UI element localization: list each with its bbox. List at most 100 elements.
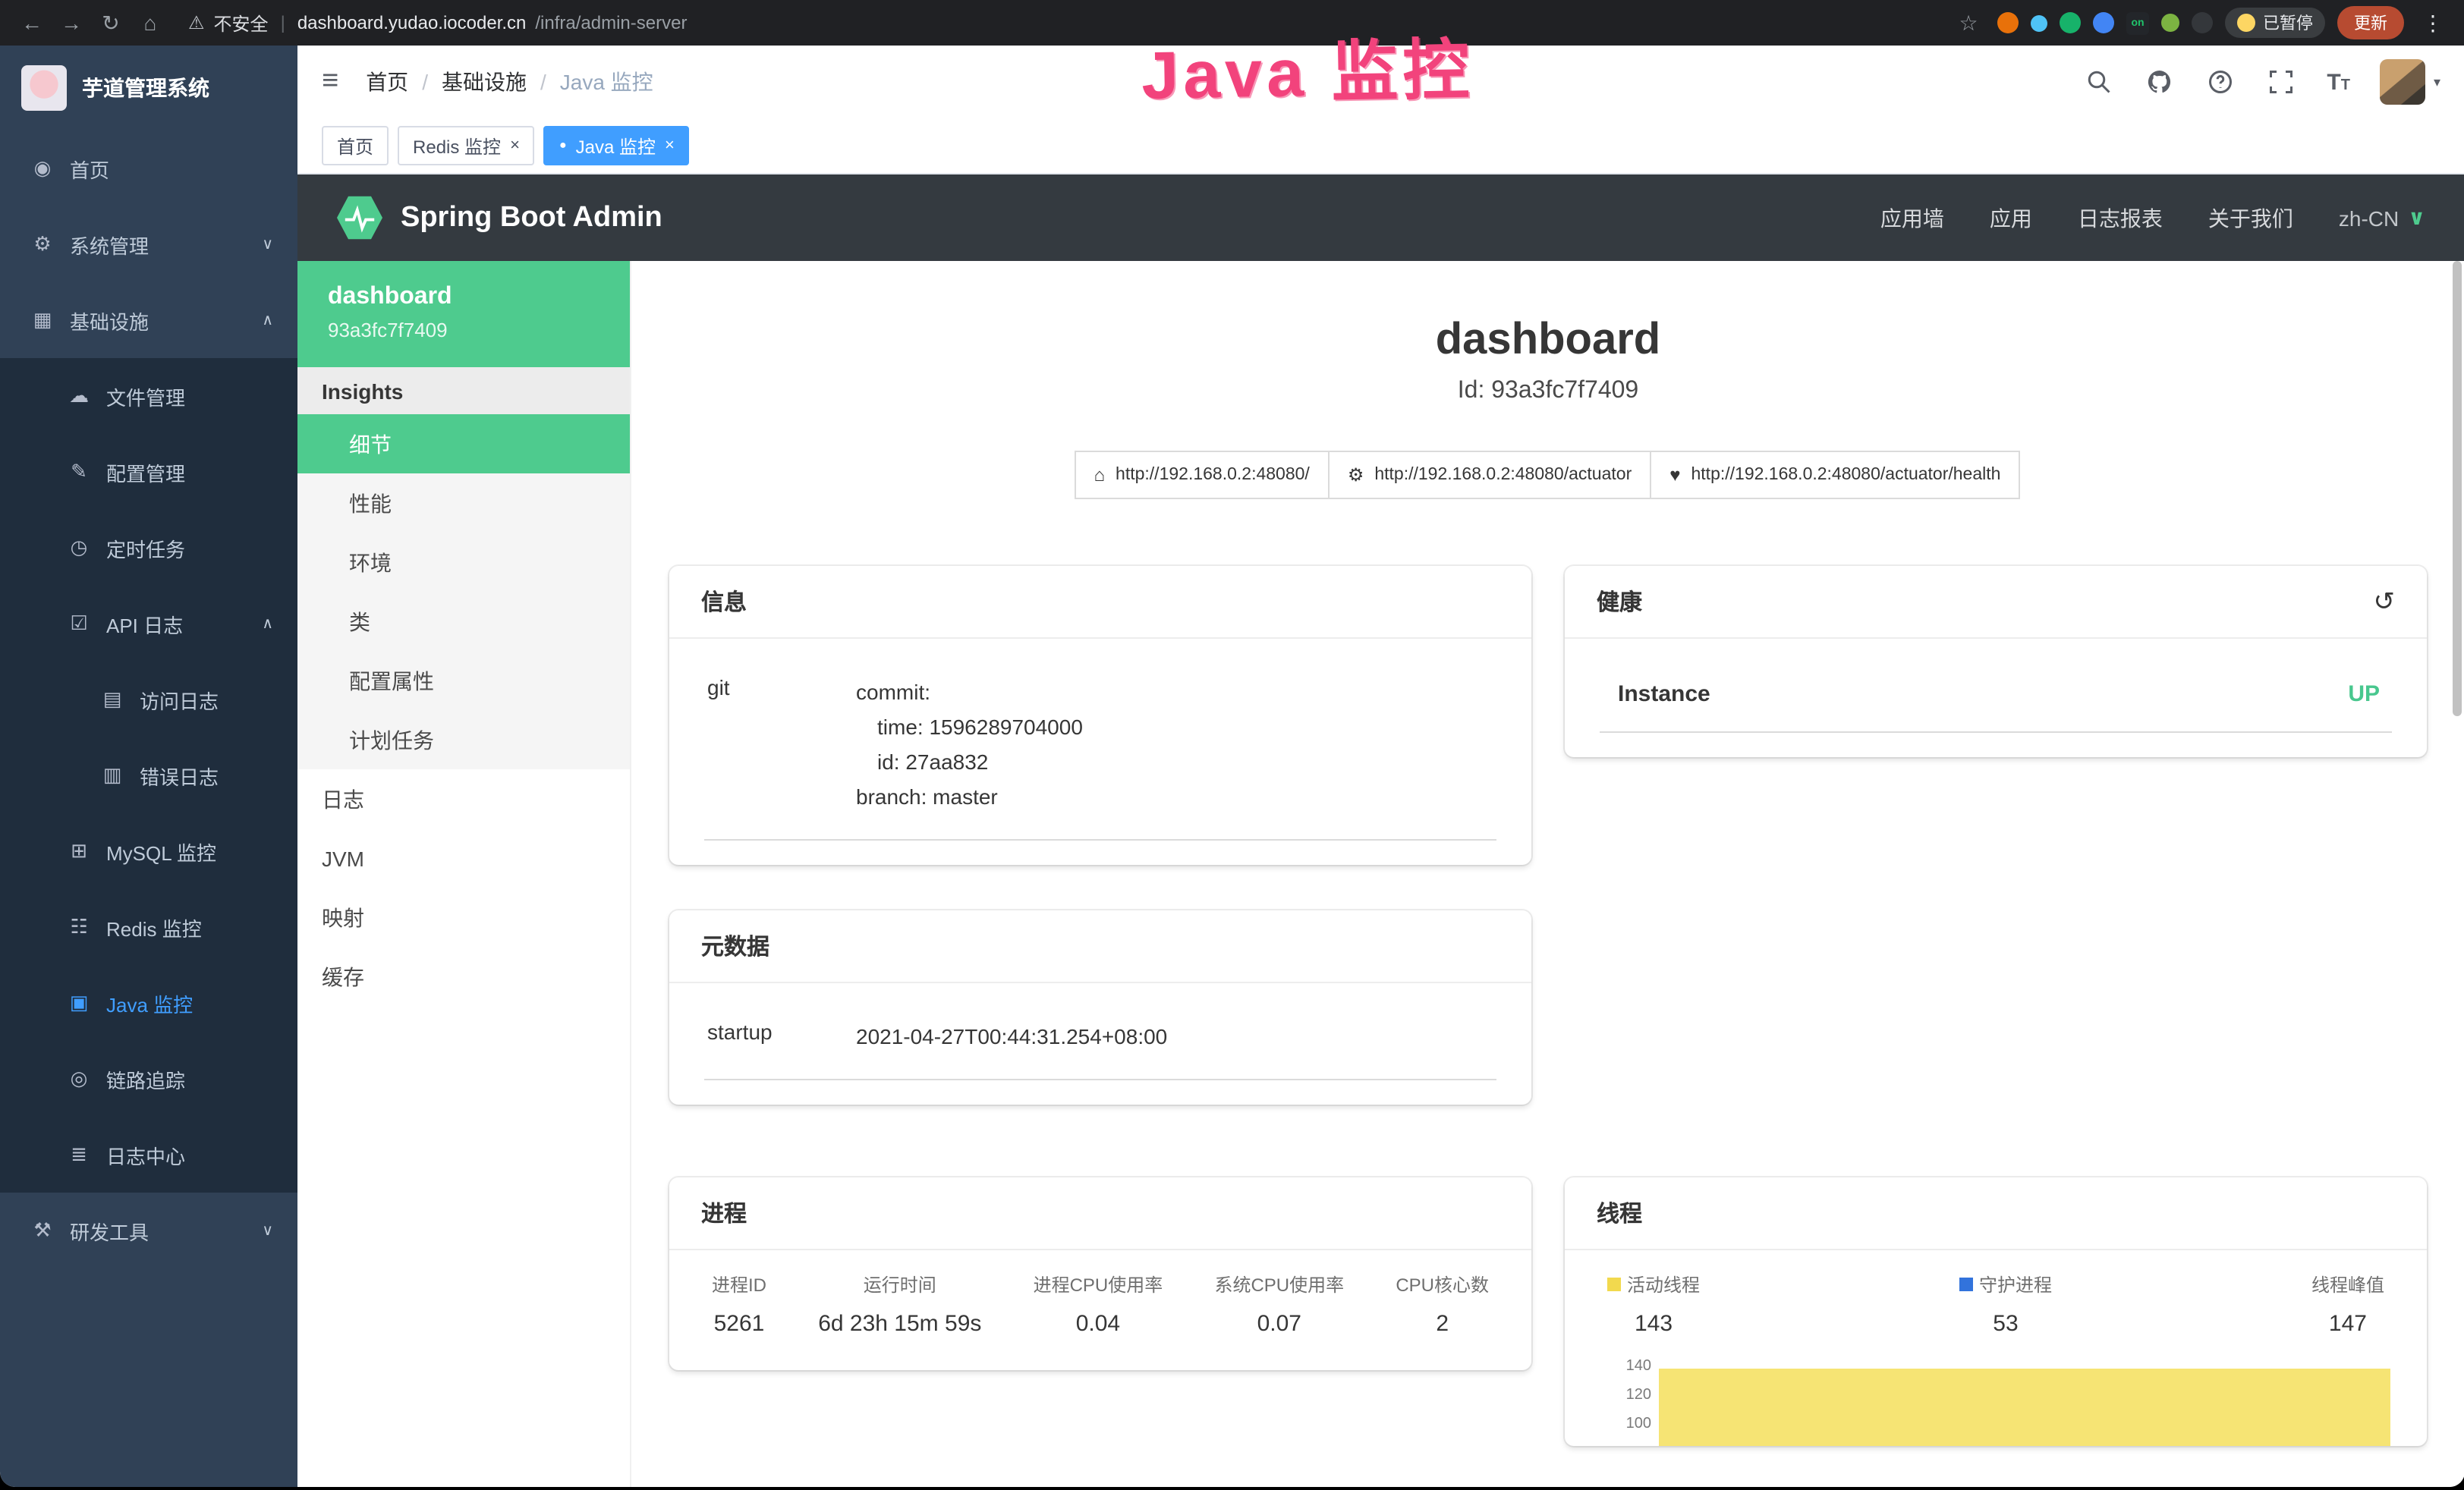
sidebar-item-home[interactable]: ◉ 首页	[0, 130, 297, 206]
sba-nav-about[interactable]: 关于我们	[2208, 203, 2293, 233]
github-icon[interactable]	[2145, 67, 2175, 97]
sba-app-id: 93a3fc7f7409	[328, 319, 599, 341]
back-icon[interactable]: ←	[15, 11, 49, 35]
search-icon[interactable]	[2084, 67, 2114, 97]
sidebar-item-label: Java 监控	[106, 989, 193, 1017]
extension-icon-grid[interactable]	[2093, 12, 2114, 33]
page-scrollbar[interactable]	[2453, 261, 2462, 716]
dashboard-icon: ◉	[30, 156, 55, 181]
metadata-key: startup	[704, 1020, 856, 1055]
sidebar-item-label: Redis 监控	[106, 913, 202, 941]
browser-menu-icon[interactable]: ⋮	[2416, 10, 2450, 36]
sidebar-item-label: 文件管理	[106, 382, 185, 410]
extension-icon-fox[interactable]	[1997, 12, 2019, 33]
close-icon[interactable]: ×	[510, 137, 520, 154]
sba-item-caches[interactable]: 缓存	[297, 947, 630, 1006]
sidebar-item-file-management[interactable]: ☁ 文件管理	[0, 358, 297, 434]
fullscreen-icon[interactable]	[2266, 67, 2296, 97]
breadcrumb-home[interactable]: 首页	[366, 67, 408, 97]
sba-app-name: dashboard	[328, 284, 599, 311]
legend-value: 53	[1959, 1312, 2052, 1338]
sidebar-item-infrastructure[interactable]: ▦ 基础设施 ∧	[0, 282, 297, 358]
caret-down-icon: ▾	[2434, 74, 2440, 90]
sidebar-item-scheduled-jobs[interactable]: ◷ 定时任务	[0, 510, 297, 586]
sidebar-item-error-logs[interactable]: ▥ 错误日志	[0, 737, 297, 813]
browser-window: ← → ↻ ⌂ ⚠ 不安全 | dashboard.yudao.iocoder.…	[0, 0, 2464, 1487]
sidebar-item-api-logs[interactable]: ☑ API 日志 ∧	[0, 586, 297, 662]
sba-app-header[interactable]: dashboard 93a3fc7f7409	[297, 261, 630, 367]
reload-icon[interactable]: ↻	[94, 10, 127, 36]
sba-nav-journal[interactable]: 日志报表	[2078, 203, 2163, 233]
avatar-image	[2381, 59, 2426, 105]
legend-live-threads: 活动线程 143	[1607, 1272, 1700, 1338]
mysql-icon: ⊞	[67, 839, 91, 863]
legend-label: 活动线程	[1627, 1272, 1700, 1298]
extension-icon-puzzle[interactable]	[2192, 12, 2213, 33]
breadcrumb-separator: /	[540, 70, 546, 94]
tab-home[interactable]: 首页	[322, 126, 389, 165]
sidebar-item-redis-monitor[interactable]: ☷ Redis 监控	[0, 889, 297, 965]
stat-value: 5261	[712, 1312, 766, 1338]
sba-item-jvm[interactable]: JVM	[297, 828, 630, 888]
sba-locale-select[interactable]: zh-CN ∨	[2339, 205, 2425, 231]
sba-navbar: Spring Boot Admin 应用墙 应用 日志报表 关于我们 zh-CN…	[297, 174, 2464, 261]
health-instance-row[interactable]: Instance UP	[1600, 651, 2392, 733]
user-avatar[interactable]: ▾	[2381, 59, 2440, 105]
instance-id: Id: 93a3fc7f7409	[1458, 378, 1638, 405]
daemon-threads-swatch	[1959, 1278, 1973, 1292]
close-icon[interactable]: ×	[665, 137, 675, 154]
sba-item-classes[interactable]: 类	[297, 592, 630, 651]
heart-icon: ♥	[1669, 464, 1680, 486]
sba-item-metrics[interactable]: 性能	[297, 473, 630, 533]
forward-icon[interactable]: →	[55, 11, 88, 35]
sidebar-item-mysql-monitor[interactable]: ⊞ MySQL 监控	[0, 813, 297, 889]
sba-item-logs[interactable]: 日志	[297, 769, 630, 828]
extension-icon-green[interactable]	[2060, 12, 2081, 33]
help-icon[interactable]	[2205, 67, 2236, 97]
paused-badge[interactable]: 已暂停	[2225, 8, 2325, 38]
sidebar-item-trace[interactable]: ◎ 链路追踪	[0, 1041, 297, 1117]
home-icon[interactable]: ⌂	[134, 11, 167, 35]
live-threads-area	[1659, 1369, 2390, 1447]
sba-brand-title[interactable]: Spring Boot Admin	[401, 201, 662, 234]
sidebar-item-access-logs[interactable]: ▤ 访问日志	[0, 662, 297, 737]
stat-uptime: 运行时间 6d 23h 15m 59s	[818, 1272, 981, 1338]
sidebar-item-log-center[interactable]: ≣ 日志中心	[0, 1117, 297, 1193]
admin-logo-row[interactable]: 芋道管理系统	[0, 46, 297, 130]
sba-logo-icon[interactable]	[337, 195, 382, 240]
sidebar-item-dev-tools[interactable]: ⚒ 研发工具 ∨	[0, 1193, 297, 1268]
annotation-java-monitor: Java 监控	[1141, 15, 1474, 118]
address-bar[interactable]: ⚠ 不安全 | dashboard.yudao.iocoder.cn/infra…	[188, 10, 1946, 36]
sba-item-scheduled-tasks[interactable]: 计划任务	[297, 710, 630, 769]
service-url-link[interactable]: ⌂ http://192.168.0.2:48080/	[1075, 451, 1330, 499]
font-size-icon[interactable]: TT	[2327, 69, 2350, 95]
bookmark-star-icon[interactable]: ☆	[1952, 10, 1985, 36]
sba-item-mappings[interactable]: 映射	[297, 888, 630, 947]
git-branch: branch: master	[856, 781, 1496, 816]
chrome-update-button[interactable]: 更新	[2337, 6, 2404, 39]
tab-java-monitor[interactable]: ● Java 监控 ×	[544, 126, 690, 165]
sidebar-item-system-management[interactable]: ⚙ 系统管理 ∨	[0, 206, 297, 282]
sba-nav-applications[interactable]: 应用	[1990, 203, 2032, 233]
sba-item-environment[interactable]: 环境	[297, 533, 630, 592]
sba-nav-links: 应用墙 应用 日志报表 关于我们 zh-CN ∨	[1880, 203, 2425, 233]
health-status-badge: UP	[2348, 681, 2380, 707]
extension-icon-leaf[interactable]	[2161, 14, 2179, 32]
chevron-down-icon: ∨	[262, 1222, 273, 1239]
link-label: http://192.168.0.2:48080/	[1116, 466, 1310, 484]
sidebar-item-java-monitor[interactable]: ▣ Java 监控	[0, 965, 297, 1041]
history-icon[interactable]: ↺	[2374, 586, 2396, 617]
sba-nav-wallboard[interactable]: 应用墙	[1880, 203, 1944, 233]
legend-label: 线程峰值	[2311, 1272, 2384, 1298]
sidebar-item-label: 首页	[70, 154, 109, 183]
extension-icon-on-badge[interactable]: on	[2126, 11, 2149, 34]
sba-item-details[interactable]: 细节	[297, 414, 630, 473]
tab-redis-monitor[interactable]: Redis 监控 ×	[398, 126, 535, 165]
health-url-link[interactable]: ♥ http://192.168.0.2:48080/actuator/heal…	[1650, 451, 2020, 499]
actuator-url-link[interactable]: ⚙ http://192.168.0.2:48080/actuator	[1328, 451, 1651, 499]
breadcrumb-infrastructure[interactable]: 基础设施	[442, 67, 527, 97]
sidebar-item-config-management[interactable]: ✎ 配置管理	[0, 434, 297, 510]
sba-item-config-props[interactable]: 配置属性	[297, 651, 630, 710]
extension-icon-drop[interactable]	[2031, 14, 2047, 31]
hamburger-icon[interactable]: ≡	[322, 65, 338, 99]
